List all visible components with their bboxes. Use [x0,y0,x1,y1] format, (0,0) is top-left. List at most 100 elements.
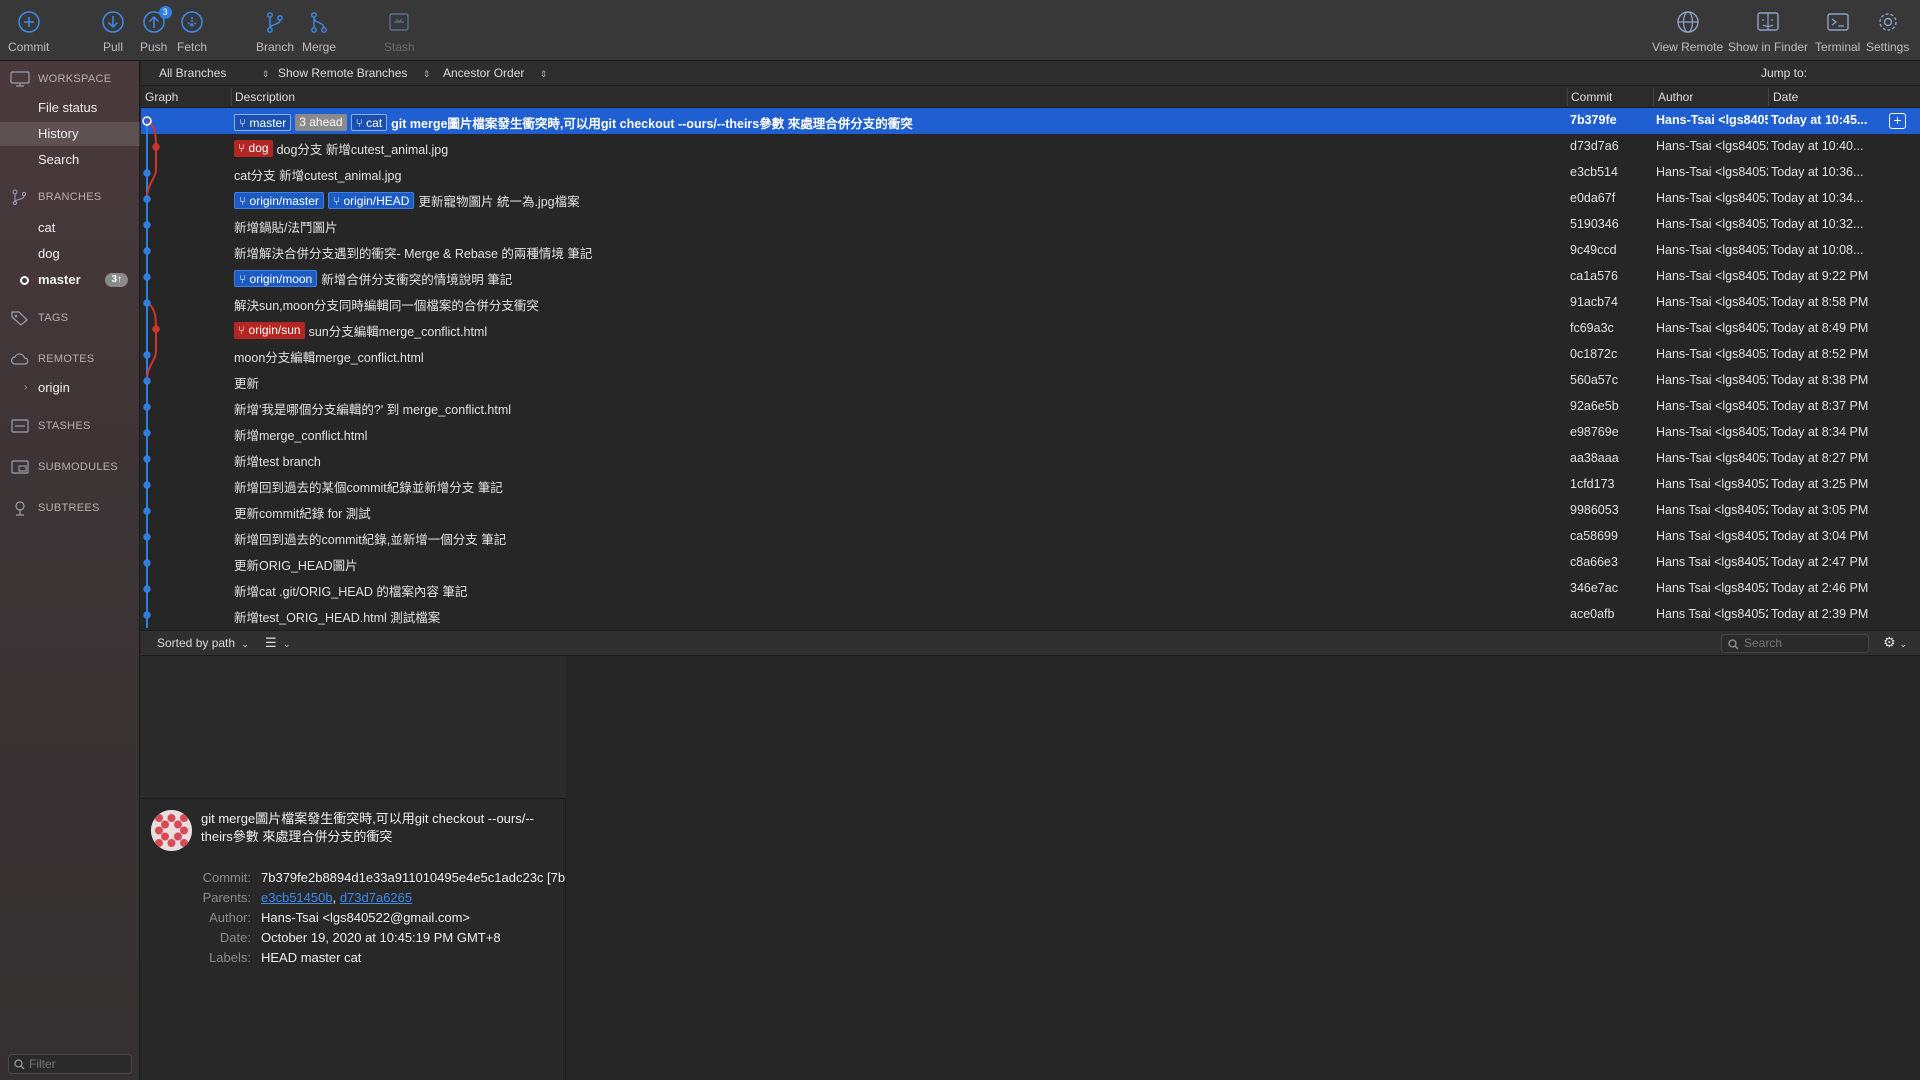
add-button[interactable]: + [1889,113,1906,129]
list-icon: ☰ [265,635,277,650]
gear-icon: ⚙ [1883,634,1896,650]
settings-button[interactable]: Settings [1866,10,1909,58]
sidebar-section-tags[interactable]: TAGS [10,310,68,326]
graph-node[interactable] [143,533,151,541]
graph-node[interactable] [143,247,151,255]
branch-scope-select[interactable]: All Branches ⇕ [159,66,269,80]
commit-message-text: moon分支編輯merge_conflict.html [234,351,424,365]
push-button[interactable]: 3 Push [140,6,172,58]
merge-button[interactable]: Merge [302,10,336,58]
table-row[interactable]: 新增回到過去的commit紀錄,並新增一個分支 筆記 ca58699 Hans Ts… [141,524,1920,550]
options-gear-dropdown[interactable]: ⚙ ⌄ [1883,634,1907,651]
commit-message-text: 更新 [234,377,260,391]
column-divider[interactable] [1768,88,1769,106]
sidebar-item-file-status[interactable]: File status [0,96,140,120]
changed-files-list[interactable] [141,656,566,799]
table-row[interactable]: 新增test branch aa38aaa Hans-Tsai <lgs840522… [141,446,1920,472]
sidebar-item-history[interactable]: History [0,122,140,146]
commit-author: Hans-Tsai <lgs840522@gmail.com> [1656,165,1768,179]
graph-node[interactable] [143,195,151,203]
sidebar-item-branch-master[interactable]: master 3↑ [0,268,140,292]
file-search-input[interactable]: Search [1721,634,1869,653]
author-key: Author: [209,910,251,925]
graph-node[interactable] [143,507,151,515]
table-row[interactable]: 更新commit紀錄 for 測試 9986053 Hans Tsai <lgs84… [141,498,1920,524]
table-row[interactable]: 更新ORIG_HEAD圖片 c8a66e3 Hans Tsai <lgs840522… [141,550,1920,576]
commit-date: Today at 2:47 PM [1771,555,1869,569]
diff-view[interactable] [566,656,1920,1080]
sidebar-item-search[interactable]: Search [0,148,140,172]
graph-node[interactable] [143,455,151,463]
graph-node[interactable] [143,299,151,307]
column-description[interactable]: Description [235,90,295,104]
graph-node[interactable] [143,559,151,567]
fetch-button[interactable]: Fetch [177,10,207,58]
table-row[interactable]: 新增merge_conflict.html e98769e Hans-Tsai <l… [141,420,1920,446]
table-row[interactable]: 解決sun,moon分支同時編輯同一個檔案的合併分支衝突 91acb74 Hans-… [141,290,1920,316]
view-remote-button[interactable]: View Remote [1652,10,1723,58]
sidebar-section-remotes[interactable]: REMOTES [10,351,95,367]
terminal-button[interactable]: Terminal [1815,10,1860,58]
table-row[interactable]: moon分支編輯merge_conflict.html 0c1872c Hans-T… [141,342,1920,368]
graph-node[interactable] [143,481,151,489]
commit-author: Hans-Tsai <lgs840522@gmail.com> [1656,191,1768,205]
sidebar-section-workspace[interactable]: WORKSPACE [10,71,111,87]
table-row[interactable]: ⑂ origin/moon 新增合併分支衝突的情境說明 筆記 ca1a576 Hans… [141,264,1920,290]
commit-hash: 5190346 [1570,217,1619,231]
parent-link-1[interactable]: e3cb51450b [261,890,333,905]
graph-node[interactable] [152,143,160,151]
stash-button[interactable]: Stash [384,10,415,58]
commit-button[interactable]: Commit [8,10,49,58]
graph-node[interactable] [143,221,151,229]
show-in-finder-button[interactable]: Show in Finder [1728,10,1808,58]
table-row[interactable]: 新增'我是哪個分支編輯的?' 到 merge_conflict.html 92a6… [141,394,1920,420]
graph-node[interactable] [143,403,151,411]
table-row[interactable]: 新增回到過去的某個commit紀錄並新增分支 筆記 1cfd173 Hans Tsa… [141,472,1920,498]
sidebar-filter-input[interactable]: Filter [8,1054,132,1074]
column-date[interactable]: Date [1773,90,1798,104]
branch-button[interactable]: Branch [256,10,294,58]
sort-by-path-dropdown[interactable]: Sorted by path ⌄ [157,636,249,650]
sidebar-item-remote-origin[interactable]: › origin [0,376,140,400]
commit-author: Hans-Tsai <lgs840522@gmail.com> [1656,243,1768,257]
sidebar-item-branch-dog[interactable]: dog [0,242,140,266]
graph-node[interactable] [143,169,151,177]
column-commit[interactable]: Commit [1571,90,1612,104]
table-row[interactable]: 新增解決合併分支遇到的衝突- Merge & Rebase 的兩種情境 筆記 9c… [141,238,1920,264]
sidebar-item-branch-cat[interactable]: cat [0,216,140,240]
table-row[interactable]: ⑂ origin/sun sun分支編輯merge_conflict.html fc… [141,316,1920,342]
graph-node[interactable] [143,585,151,593]
parent-link-2[interactable]: d73d7a6265 [340,890,412,905]
stash-icon [387,10,411,34]
graph-node[interactable] [143,273,151,281]
table-row[interactable]: 新增test_ORIG_HEAD.html 測試檔案 ace0afb Hans Ts… [141,602,1920,628]
sidebar-section-subtrees[interactable]: SUBTREES [10,500,100,516]
column-divider[interactable] [1567,88,1568,106]
sidebar-section-branches[interactable]: BRANCHES [10,189,102,205]
sidebar-section-submodules[interactable]: SUBMODULES [10,459,118,475]
column-divider[interactable] [231,88,232,106]
table-row[interactable]: ⑂ master 3 ahead ⑂ cat git merge圖片檔案發生衝突時,可… [141,108,1920,134]
branch-label-tag: 3 ahead [295,114,347,131]
table-row[interactable]: 更新 560a57c Hans-Tsai <lgs840522@gmail.com>… [141,368,1920,394]
table-row[interactable]: ⑂ origin/master ⑂ origin/HEAD 更新寵物圖片 統一為.j… [141,186,1920,212]
table-row[interactable]: 新增鍋貼/法鬥圖片 5190346 Hans-Tsai <lgs840522@gma… [141,212,1920,238]
list-view-dropdown[interactable]: ☰ ⌄ [265,635,291,651]
table-row[interactable]: ⑂ dog dog分支 新增cutest_animal.jpg d73d7a6 Han… [141,134,1920,160]
pull-button[interactable]: Pull [101,10,125,58]
graph-node[interactable] [152,325,160,333]
remote-branches-select[interactable]: Show Remote Branches ⇕ [278,66,430,80]
sort-order-select[interactable]: Ancestor Order ⇕ [443,66,547,80]
column-graph[interactable]: Graph [145,90,178,104]
sidebar-section-stashes[interactable]: STASHES [10,418,91,434]
jump-to-select[interactable]: Jump to: ⇕ [1761,66,1920,80]
graph-node[interactable] [143,429,151,437]
graph-node[interactable] [143,351,151,359]
graph-node[interactable] [143,611,151,619]
column-author[interactable]: Author [1658,90,1693,104]
graph-node[interactable] [143,377,151,385]
table-row[interactable]: cat分支 新增cutest_animal.jpg e3cb514 Hans-Tsa… [141,160,1920,186]
table-row[interactable]: 新增cat .git/ORIG_HEAD 的檔案內容 筆記 346e7ac Hans… [141,576,1920,602]
column-divider[interactable] [1653,88,1654,106]
chevron-right-icon[interactable]: › [24,376,27,400]
